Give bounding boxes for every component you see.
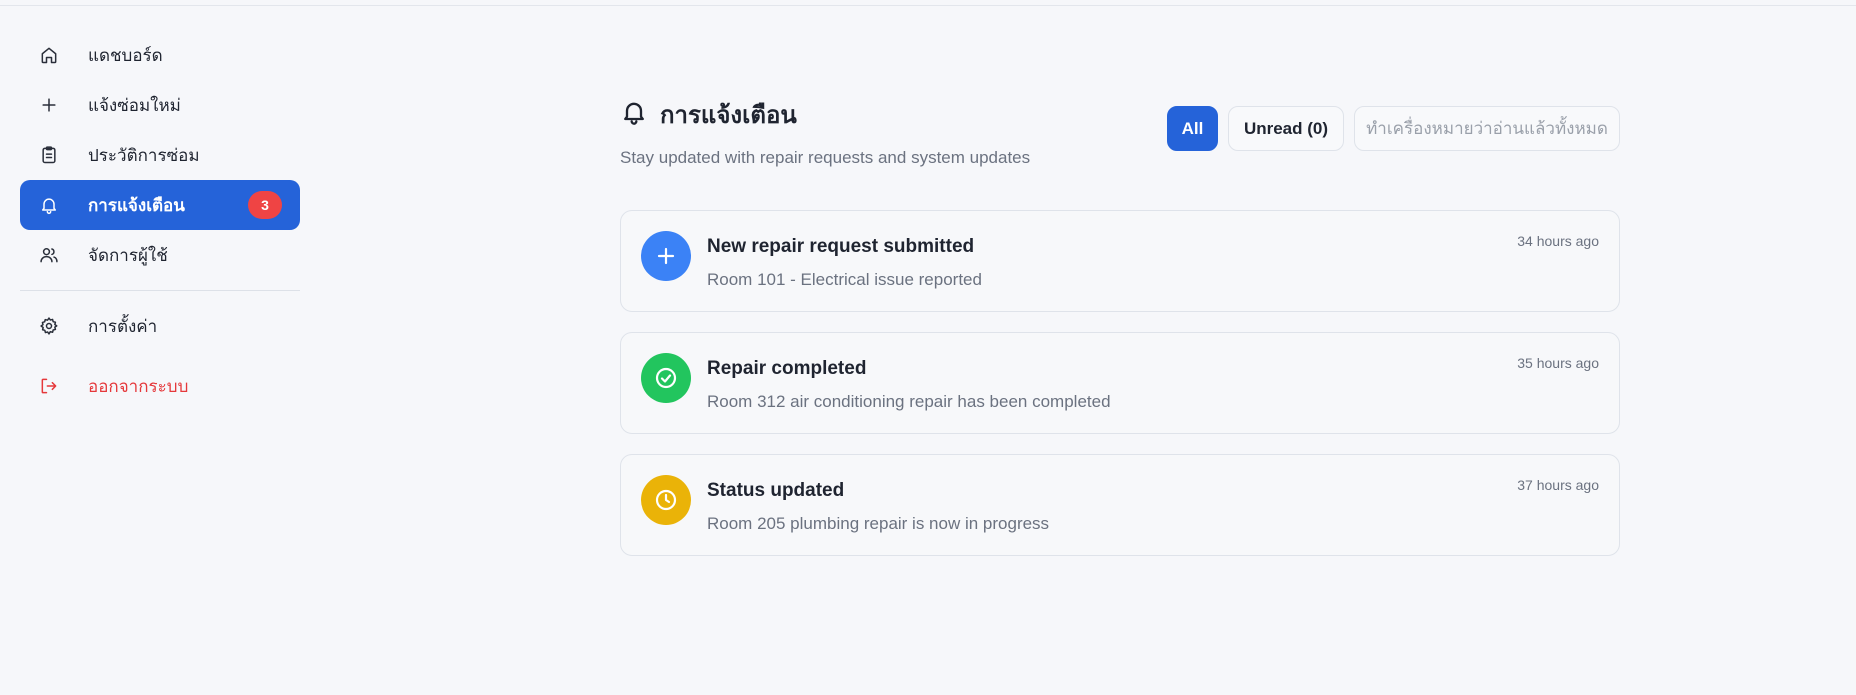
notification-card[interactable]: Repair completed Room 312 air conditioni… [620, 332, 1620, 434]
notification-card[interactable]: Status updated Room 205 plumbing repair … [620, 454, 1620, 556]
mark-all-read-button[interactable]: ทำเครื่องหมายว่าอ่านแล้วทั้งหมด [1354, 106, 1620, 151]
sidebar-item-users[interactable]: จัดการผู้ใช้ [20, 230, 300, 280]
page-subtitle: Stay updated with repair requests and sy… [620, 148, 1031, 167]
plus-icon [641, 231, 691, 281]
notification-message: Room 101 - Electrical issue reported [707, 270, 982, 289]
filter-all-button[interactable]: All [1167, 106, 1218, 151]
sidebar-divider [20, 290, 300, 291]
sidebar-item-label: แดชบอร์ด [88, 45, 163, 65]
sidebar-item-logout[interactable]: ออกจากระบบ [20, 361, 300, 411]
filter-bar: All Unread (0) ทำเครื่องหมายว่าอ่านแล้วท… [1167, 106, 1620, 151]
sidebar-item-settings[interactable]: การตั้งค่า [20, 301, 300, 351]
logout-icon [38, 375, 60, 397]
sidebar-item-dashboard[interactable]: แดชบอร์ด [20, 30, 300, 80]
bell-icon [38, 194, 60, 216]
sidebar-item-label: ออกจากระบบ [88, 376, 189, 396]
clock-icon [641, 475, 691, 525]
notification-message: Room 312 air conditioning repair has bee… [707, 392, 1111, 411]
sidebar-item-label: จัดการผู้ใช้ [88, 245, 168, 265]
notification-message: Room 205 plumbing repair is now in progr… [707, 514, 1050, 533]
home-icon [38, 44, 60, 66]
notification-time: 35 hours ago [1517, 355, 1599, 371]
notification-count-badge: 3 [248, 191, 282, 219]
page-header: การแจ้งเตือน Stay updated with repair re… [620, 95, 1620, 210]
notification-time: 34 hours ago [1517, 233, 1599, 249]
users-icon [38, 244, 60, 266]
plus-icon [38, 94, 60, 116]
sidebar-item-history[interactable]: ประวัติการซ่อม [20, 130, 300, 180]
sidebar-item-label: แจ้งซ่อมใหม่ [88, 95, 181, 115]
clipboard-icon [38, 144, 60, 166]
filter-unread-button[interactable]: Unread (0) [1228, 106, 1344, 151]
notification-time: 37 hours ago [1517, 477, 1599, 493]
sidebar-item-label: การแจ้งเตือน [88, 195, 185, 215]
check-circle-icon [641, 353, 691, 403]
gear-icon [38, 315, 60, 337]
page-title: การแจ้งเตือน [660, 102, 797, 129]
bell-icon [620, 98, 648, 131]
sidebar-item-label: ประวัติการซ่อม [88, 145, 200, 165]
top-border [0, 5, 1856, 6]
sidebar: แดชบอร์ด แจ้งซ่อมใหม่ ประวัติการซ่อม การ… [20, 30, 300, 411]
main-content: การแจ้งเตือน Stay updated with repair re… [620, 95, 1620, 576]
notification-title: New repair request submitted [707, 236, 975, 257]
notification-card[interactable]: New repair request submitted Room 101 - … [620, 210, 1620, 312]
notification-title: Status updated [707, 480, 845, 501]
sidebar-item-label: การตั้งค่า [88, 316, 158, 336]
sidebar-item-new-request[interactable]: แจ้งซ่อมใหม่ [20, 80, 300, 130]
notification-title: Repair completed [707, 358, 867, 379]
sidebar-item-notifications[interactable]: การแจ้งเตือน 3 [20, 180, 300, 230]
notification-list: New repair request submitted Room 101 - … [620, 210, 1620, 556]
